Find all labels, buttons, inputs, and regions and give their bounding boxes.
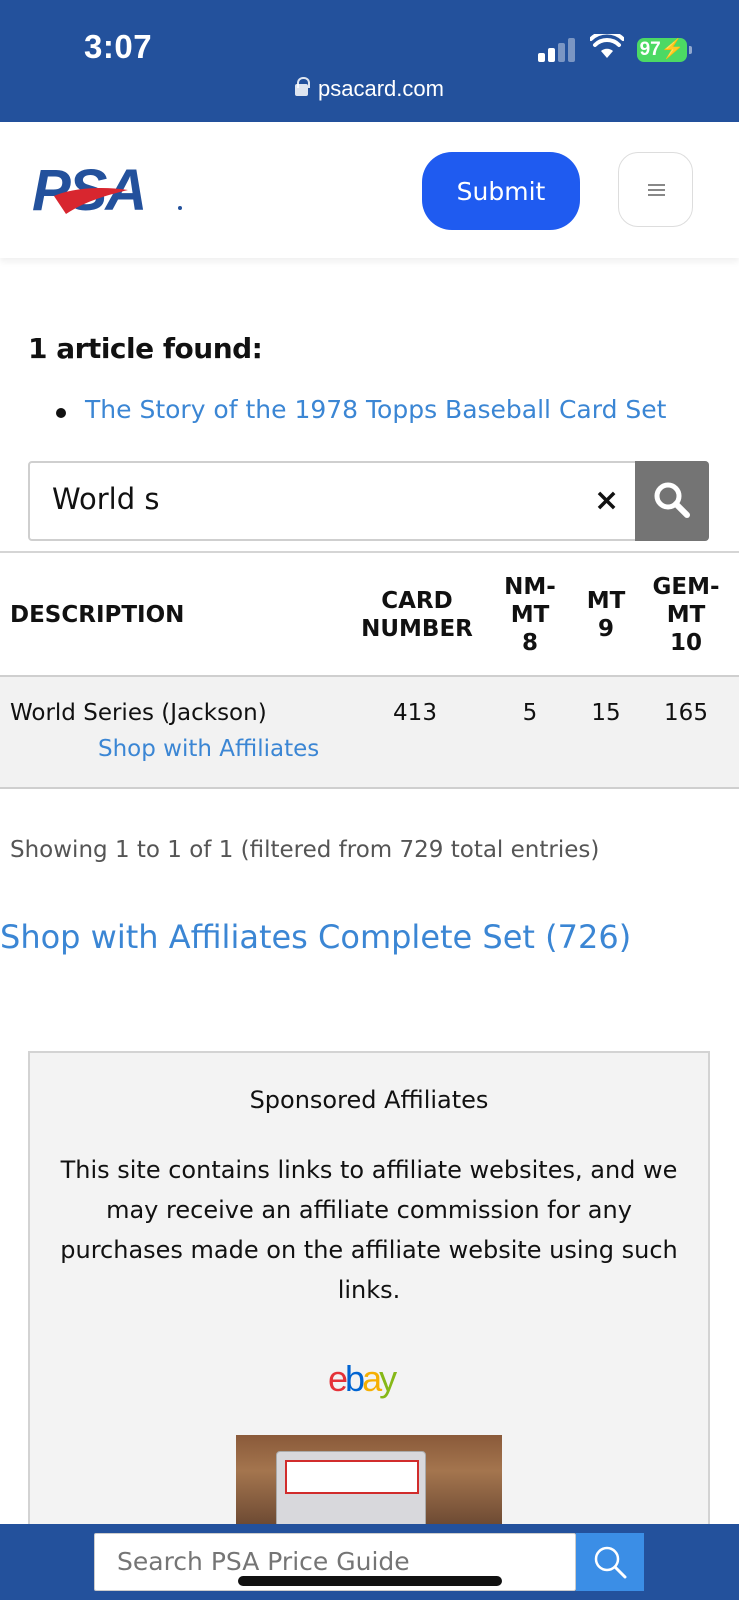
column-header-nm-mt-8[interactable]: NM- MT 8 [497,573,563,657]
ebay-letter: a [362,1358,382,1399]
graded-card-slab [276,1451,426,1525]
header-line: MT [586,588,626,614]
cell-description: World Series (Jackson) [10,700,267,726]
search-icon [654,482,690,518]
cell-nm-mt-8: 5 [522,700,538,726]
header-line: NM- [504,574,556,600]
sponsored-description: This site contains links to affiliate we… [60,1156,678,1304]
psa-logo[interactable]: PSA [32,160,192,220]
shop-complete-set-link[interactable]: Shop with Affiliates Complete Set (726) [0,918,631,956]
column-header-description[interactable]: DESCRIPTION [10,601,184,629]
header-line: NUMBER [361,616,473,642]
charging-icon: ⚡ [660,39,685,60]
cell-mt-9: 15 [591,700,621,726]
card-label [285,1460,419,1494]
submit-button[interactable]: Submit [422,152,580,230]
header-line: CARD [381,588,453,614]
hamburger-icon [648,184,665,196]
header-line: MT [510,602,550,628]
table-divider [0,551,739,553]
header-line: 8 [521,630,538,656]
menu-button[interactable] [618,152,693,227]
clear-search-icon[interactable]: × [594,484,619,518]
cell-gem-mt-10: 165 [664,700,708,726]
column-header-mt-9[interactable]: MT 9 [578,587,634,643]
bullet-icon [56,408,66,418]
status-bar: 3:07 97⚡ psacard.com [0,0,739,122]
ebay-letter: y [379,1358,397,1399]
home-indicator [238,1576,502,1586]
cell-card-number: 413 [393,700,437,726]
column-header-card-number[interactable]: CARD NUMBER [355,587,479,643]
card-listing-image[interactable] [236,1435,502,1525]
header-line: GEM- [652,574,720,600]
search-button[interactable] [635,461,709,541]
shop-affiliates-link[interactable]: Shop with Affiliates [98,736,319,762]
header-line: 10 [669,630,702,656]
ebay-letter: e [328,1358,348,1399]
table-row [0,677,739,787]
header-line: MT [666,602,706,628]
search-icon [594,1546,627,1579]
battery-level: 97 [639,39,661,60]
table-info: Showing 1 to 1 of 1 (filtered from 729 t… [10,837,600,863]
ebay-logo[interactable]: ebay [328,1358,397,1400]
wifi-icon [590,34,624,58]
table-divider [0,787,739,789]
column-header-gem-mt-10[interactable]: GEM- MT 10 [645,573,727,657]
header-line: 9 [597,616,614,642]
article-link[interactable]: The Story of the 1978 Topps Baseball Car… [85,395,666,424]
battery-icon: 97⚡ [637,38,692,62]
ebay-letter: b [345,1358,365,1399]
status-time: 3:07 [84,28,153,65]
articles-heading: 1 article found: [28,332,263,365]
url-text: psacard.com [318,76,444,101]
price-guide-search-button[interactable] [576,1533,644,1591]
address-bar[interactable]: psacard.com [0,76,739,102]
search-input-value: World s [52,482,160,516]
lock-icon [295,77,311,96]
sponsored-title: Sponsored Affiliates [249,1086,489,1114]
cellular-signal-icon [538,36,578,62]
